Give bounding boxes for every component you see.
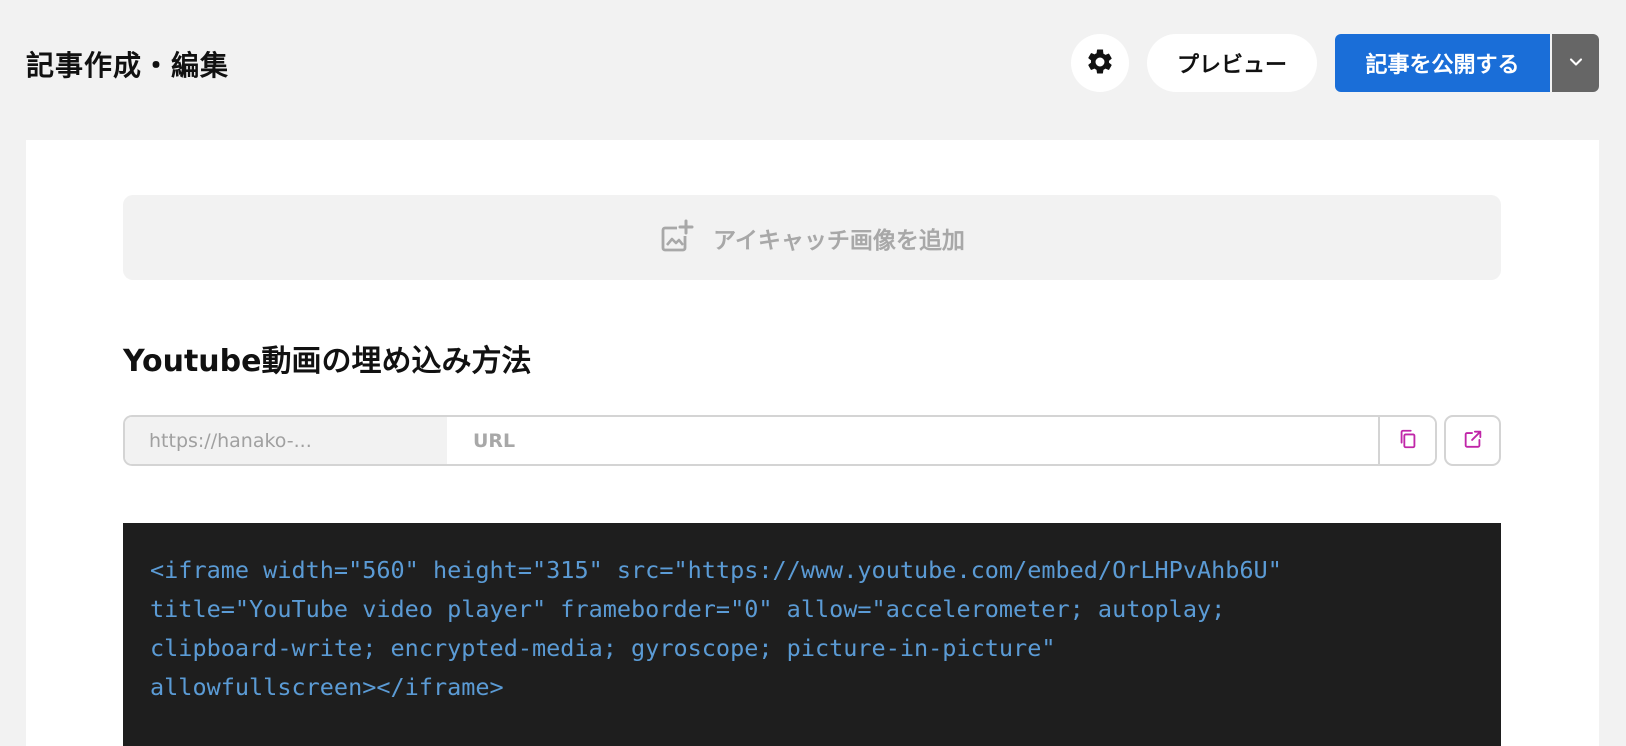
editor-panel: アイキャッチ画像を追加 Youtube動画の埋め込み方法 https://han… — [26, 140, 1599, 746]
code-line: clipboard-write; encrypted-media; gyrosc… — [150, 634, 1056, 662]
chevron-down-icon — [1566, 52, 1586, 75]
external-link-icon — [1462, 428, 1484, 453]
open-url-button[interactable] — [1444, 415, 1501, 466]
page-title: 記事作成・編集 — [26, 49, 230, 82]
copy-url-button[interactable] — [1378, 417, 1435, 464]
code-line: <iframe width="560" height="315" src="ht… — [150, 556, 1282, 584]
preview-button[interactable]: プレビュー — [1147, 34, 1317, 92]
code-line: title="YouTube video player" frameborder… — [150, 595, 1226, 623]
publish-button-group: 記事を公開する — [1335, 34, 1599, 92]
publish-button[interactable]: 記事を公開する — [1335, 34, 1550, 92]
embed-code-block[interactable]: <iframe width="560" height="315" src="ht… — [123, 523, 1501, 746]
code-line: allowfullscreen></iframe> — [150, 673, 504, 701]
gear-icon — [1085, 47, 1115, 80]
url-field-group: https://hanako-... — [123, 415, 1437, 466]
settings-button[interactable] — [1071, 34, 1129, 92]
top-bar: 記事作成・編集 プレビュー 記事を公開する — [0, 0, 1626, 140]
eyecatch-upload-area[interactable]: アイキャッチ画像を追加 — [123, 195, 1501, 280]
article-title[interactable]: Youtube動画の埋め込み方法 — [123, 336, 531, 380]
url-prefix: https://hanako-... — [125, 417, 447, 464]
publish-options-dropdown[interactable] — [1552, 34, 1599, 92]
copy-icon — [1397, 428, 1419, 453]
add-image-icon — [659, 218, 695, 258]
url-input[interactable] — [447, 417, 1378, 464]
eyecatch-label: アイキャッチ画像を追加 — [713, 227, 965, 254]
